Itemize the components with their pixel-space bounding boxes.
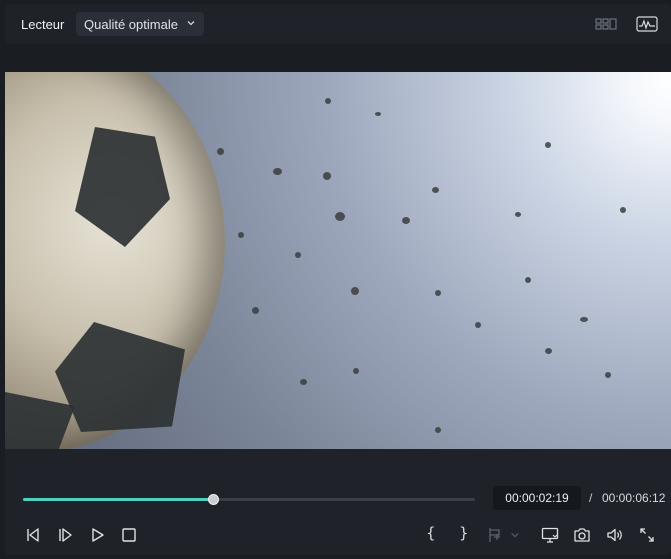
dust-particle <box>525 277 531 283</box>
stop-icon <box>122 528 136 542</box>
timeline-playhead[interactable] <box>207 494 219 505</box>
dust-particle <box>252 307 259 314</box>
preview-toolbar-strip <box>5 44 671 72</box>
dust-particle <box>435 290 441 296</box>
step-forward-button[interactable] <box>56 525 76 545</box>
mark-in-button[interactable]: { <box>426 524 436 542</box>
quality-label: Qualité optimale <box>84 16 178 32</box>
layout-grid-icon[interactable] <box>595 16 617 32</box>
step-back-icon <box>27 528 39 542</box>
insert-marker-button[interactable] <box>486 525 506 545</box>
player-panel: Lecteur Qualité optimale 00:00:02:19 / 0… <box>5 4 671 555</box>
display-settings-button[interactable] <box>540 525 560 545</box>
player-header: Lecteur Qualité optimale <box>5 4 671 44</box>
chevron-down-icon <box>187 21 195 26</box>
dust-particle <box>605 372 611 378</box>
camera-icon <box>574 528 590 542</box>
insert-marker-icon <box>489 528 500 542</box>
dust-particle <box>351 287 359 295</box>
dust-particle <box>432 187 439 193</box>
ball-panel <box>75 127 170 247</box>
mark-out-button[interactable]: } <box>459 524 469 542</box>
dust-particle <box>323 172 331 180</box>
soccer-ball-image <box>5 72 225 449</box>
video-preview[interactable] <box>5 72 671 449</box>
dust-particle <box>475 322 481 328</box>
time-separator: / <box>589 491 593 505</box>
fullscreen-button[interactable] <box>637 525 657 545</box>
timeline-progress <box>23 498 213 501</box>
dust-particle <box>295 252 301 258</box>
fullscreen-icon <box>640 528 654 542</box>
dust-particle <box>580 317 588 322</box>
volume-button[interactable] <box>605 525 625 545</box>
dust-particle <box>402 217 410 224</box>
dust-particle <box>620 207 626 213</box>
dust-particle <box>335 212 345 221</box>
panel-title: Lecteur <box>21 17 65 32</box>
dust-particle <box>515 212 521 217</box>
waveform-icon[interactable] <box>636 16 658 32</box>
play-button[interactable] <box>88 525 108 545</box>
chevron-down-icon <box>511 532 519 538</box>
dust-particle <box>353 368 359 374</box>
play-icon <box>92 528 104 542</box>
step-back-button[interactable] <box>22 525 42 545</box>
playback-timeline[interactable] <box>23 494 475 506</box>
ball-panel <box>5 392 75 449</box>
snapshot-button[interactable] <box>572 525 592 545</box>
dust-particle <box>300 379 307 385</box>
dust-particle <box>545 348 552 354</box>
volume-icon <box>607 528 622 542</box>
stop-button[interactable] <box>119 525 139 545</box>
current-time-field[interactable]: 00:00:02:19 <box>493 486 581 510</box>
dust-particle <box>325 98 331 104</box>
display-icon <box>541 527 559 543</box>
dust-particle <box>435 427 441 433</box>
total-duration: 00:00:06:12 <box>602 491 666 505</box>
step-forward-icon <box>59 528 72 542</box>
dust-particle <box>375 112 381 116</box>
dust-particle <box>217 148 224 155</box>
dust-particle <box>545 142 551 148</box>
ball-panel <box>55 322 185 432</box>
quality-dropdown[interactable]: Qualité optimale <box>76 12 204 36</box>
marker-options-button[interactable] <box>509 525 521 545</box>
dust-particle <box>238 232 244 238</box>
dust-particle <box>273 168 282 175</box>
